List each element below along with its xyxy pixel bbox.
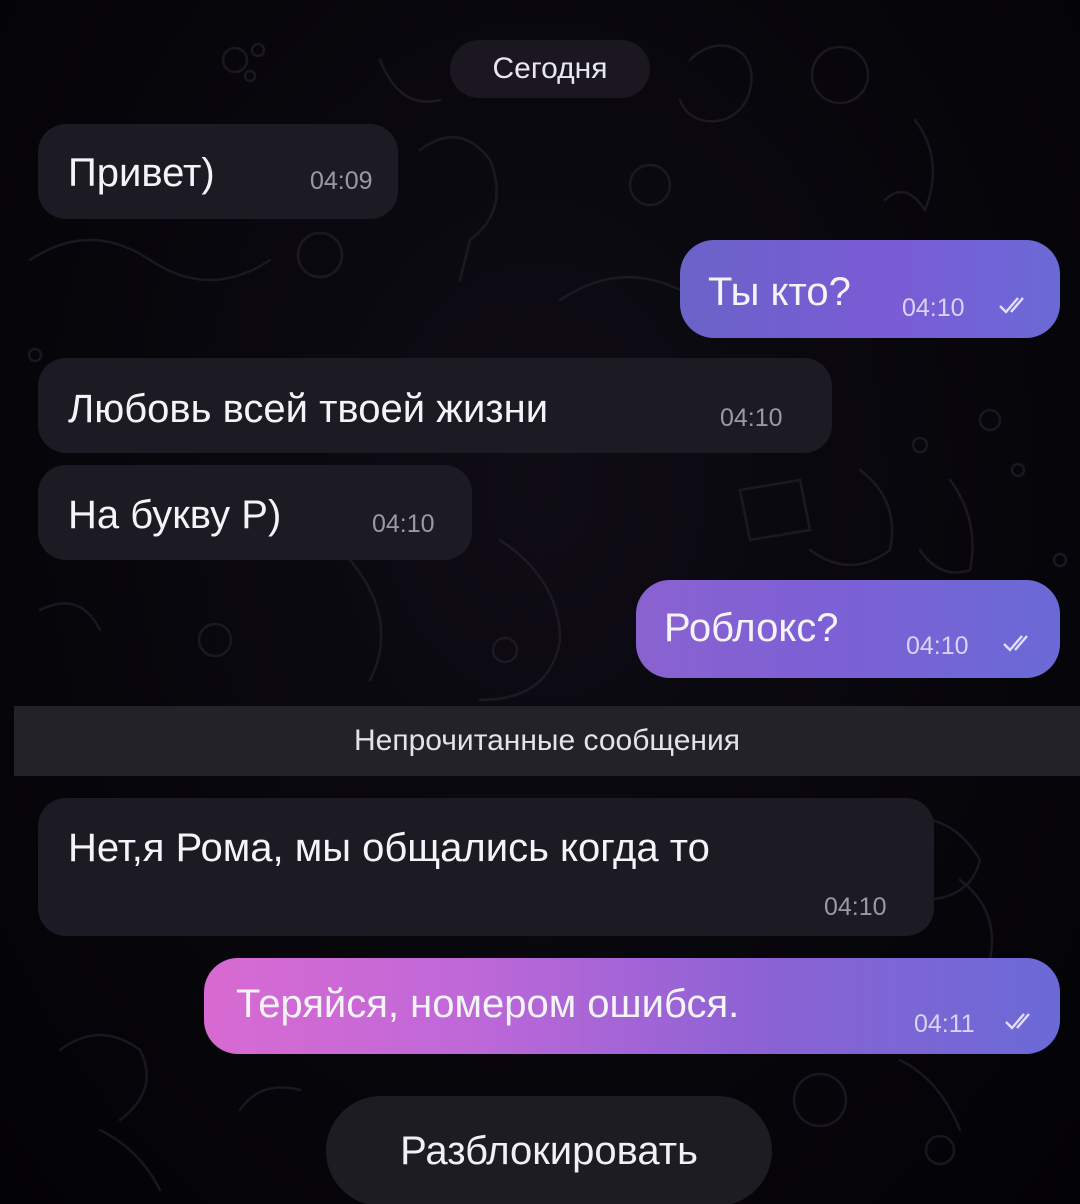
double-check-icon [1003,635,1028,652]
message-bubble-incoming[interactable]: Привет) 04:09 [38,124,398,219]
message-time: 04:10 [372,510,435,538]
message-text: Роблокс? [664,606,839,650]
unread-messages-separator: Непрочитанные сообщения [14,706,1080,776]
message-bubble-outgoing[interactable]: Теряйся, номером ошибся. 04:11 [204,958,1060,1054]
message-text: Любовь всей твоей жизни [68,387,549,431]
message-time: 04:10 [824,893,887,921]
message-bubble-incoming[interactable]: На букву Р) 04:10 [38,465,472,560]
message-text: Теряйся, номером ошибся. [236,982,740,1026]
message-time: 04:09 [310,167,373,195]
message-text: Нет,я Рома, мы общались когда то [68,826,710,870]
message-bubble-incoming[interactable]: Любовь всей твоей жизни 04:10 [38,358,832,453]
message-time: 04:10 [720,404,783,432]
double-check-icon [999,297,1024,314]
date-separator: Сегодня [450,40,650,98]
message-time: 04:10 [902,294,965,322]
chat-screen: Сегодня Привет) 04:09 Ты кто? 04:10 Любо… [0,0,1080,1204]
double-check-icon [1005,1013,1030,1030]
message-text: Ты кто? [708,270,851,314]
unblock-button[interactable]: Разблокировать [326,1096,772,1204]
message-bubble-outgoing[interactable]: Роблокс? 04:10 [636,580,1060,678]
message-text: На букву Р) [68,493,282,537]
message-time: 04:11 [914,1010,975,1038]
message-bubble-outgoing[interactable]: Ты кто? 04:10 [680,240,1060,338]
message-time: 04:10 [906,632,969,660]
message-bubble-incoming[interactable]: Нет,я Рома, мы общались когда то 04:10 [38,798,934,936]
message-text: Привет) [68,151,215,195]
